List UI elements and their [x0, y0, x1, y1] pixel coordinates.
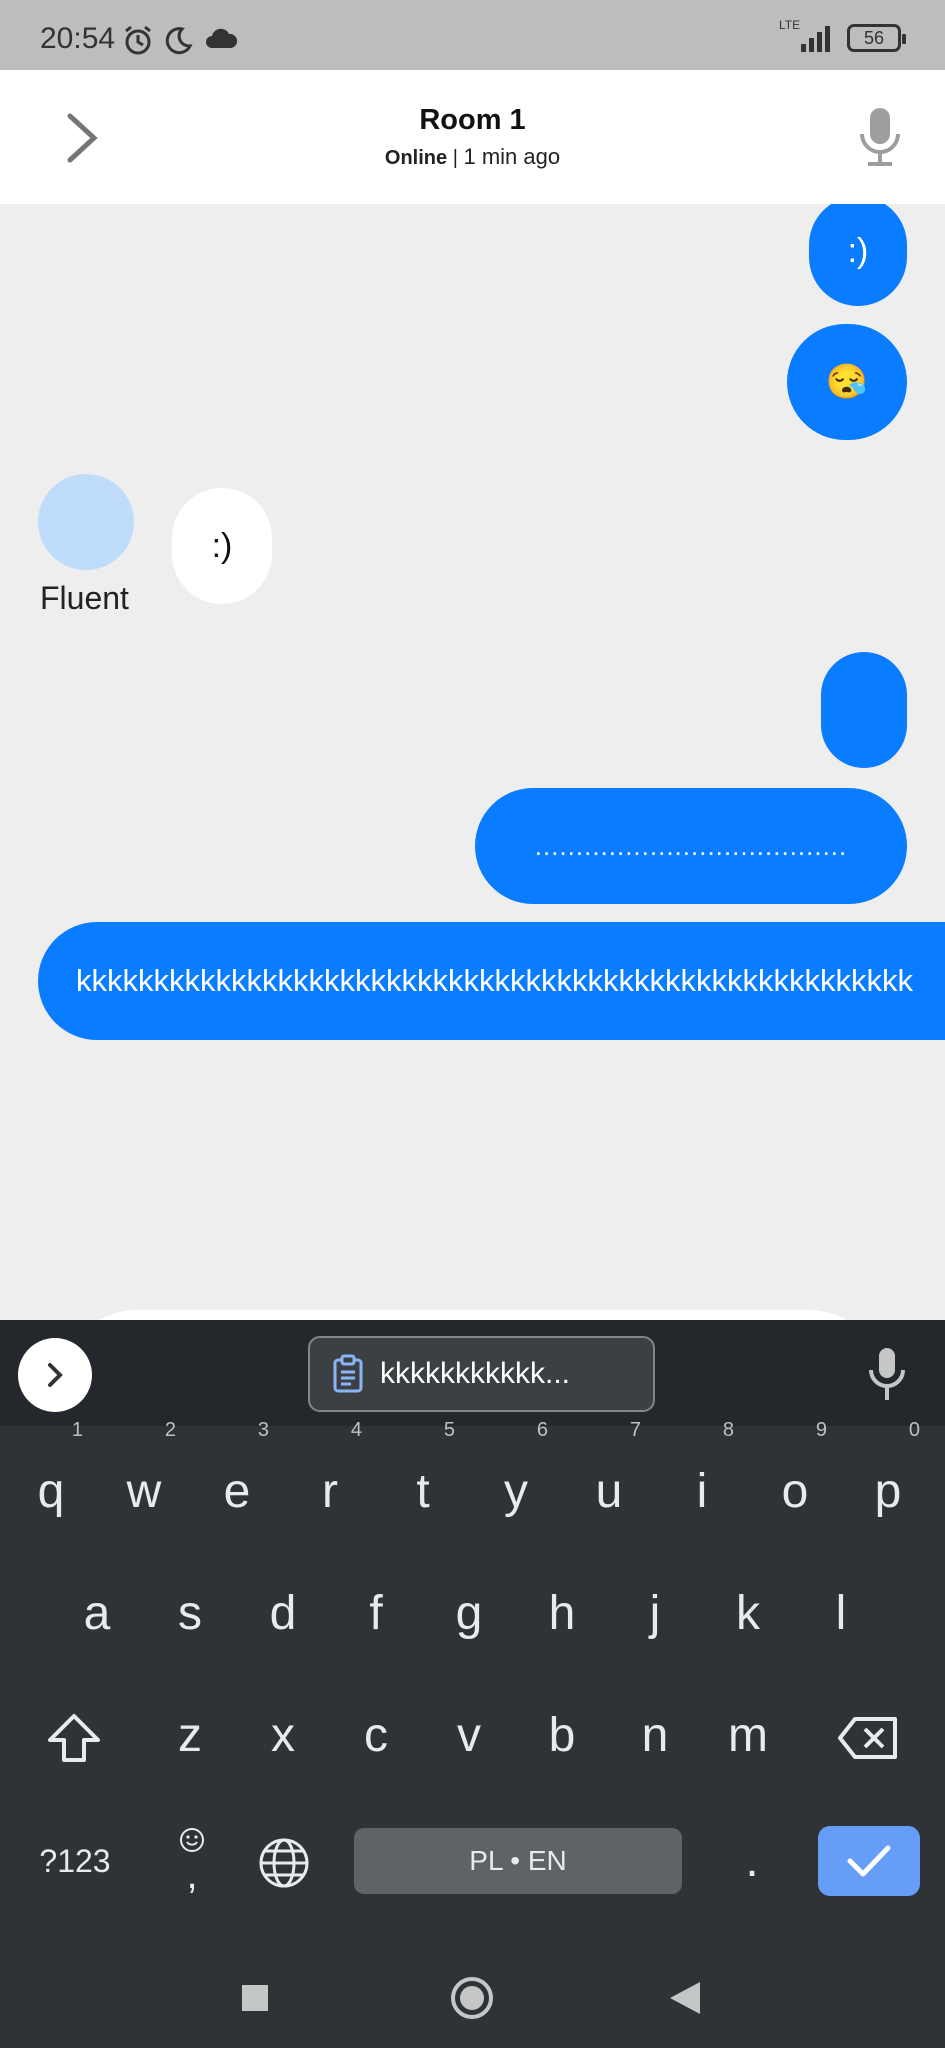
message-bubble-outgoing[interactable]: 😪: [787, 324, 907, 440]
message-bubble-outgoing[interactable]: kkkkkkkkkkkkkkkkkkkkkkkkkkkkkkkkkkkkkkkk…: [38, 922, 945, 1040]
battery-icon: 56: [847, 24, 906, 52]
key-r[interactable]: r4: [290, 1420, 370, 1542]
shift-icon: [48, 1714, 100, 1763]
key-y[interactable]: y6: [476, 1420, 556, 1542]
signal-icon: [801, 26, 830, 52]
message-bubble-outgoing[interactable]: :): [809, 204, 907, 306]
key-k[interactable]: k: [708, 1564, 788, 1664]
do-not-disturb-icon: [165, 27, 193, 55]
message-list[interactable]: :) 😪 Fluent :) .........................…: [0, 204, 945, 1320]
message-bubble-outgoing[interactable]: ......................................: [475, 788, 907, 904]
message-bubble-outgoing[interactable]: [821, 652, 907, 768]
message-author: Fluent: [40, 580, 129, 616]
status-bar: 20:54 LTE 56: [0, 0, 945, 70]
chat-header: Room 1 Online | 1 min ago: [0, 70, 945, 204]
key-l[interactable]: l: [801, 1564, 881, 1664]
online-status: Online: [384, 147, 448, 169]
key-t[interactable]: t5: [383, 1420, 463, 1542]
home-icon[interactable]: [449, 1975, 495, 2021]
key-w[interactable]: w2: [104, 1420, 184, 1542]
room-title: Room 1: [419, 104, 526, 136]
last-seen: 1 min ago: [463, 144, 561, 169]
room-status: Online | 1 min ago: [0, 144, 945, 170]
key-a[interactable]: a: [57, 1564, 137, 1664]
backspace-key[interactable]: [828, 1686, 908, 1786]
status-time: 20:54: [40, 22, 116, 55]
key-o[interactable]: o9: [755, 1420, 835, 1542]
key-g[interactable]: g: [429, 1564, 509, 1664]
key-f[interactable]: f: [336, 1564, 416, 1664]
avatar[interactable]: [38, 474, 134, 570]
clipboard-icon: [333, 1354, 363, 1393]
key-m[interactable]: m: [708, 1686, 788, 1786]
key-b[interactable]: b: [522, 1686, 602, 1786]
key-u[interactable]: u7: [569, 1420, 649, 1542]
clipboard-suggestion[interactable]: kkkkkkkkkkk...: [308, 1336, 655, 1412]
key-c[interactable]: c: [336, 1686, 416, 1786]
key-d[interactable]: d: [243, 1564, 323, 1664]
symbols-key[interactable]: ?123: [28, 1811, 122, 1911]
enter-key[interactable]: [818, 1826, 920, 1896]
emoji-key[interactable]: ,: [152, 1811, 232, 1911]
message-bubble-incoming[interactable]: :): [172, 488, 272, 604]
language-key[interactable]: [244, 1811, 324, 1911]
globe-icon: [259, 1838, 309, 1888]
key-h[interactable]: h: [522, 1564, 602, 1664]
clipboard-text: kkkkkkkkkkk...: [380, 1357, 571, 1390]
key-s[interactable]: s: [150, 1564, 230, 1664]
period-key[interactable]: .: [712, 1811, 792, 1911]
checkmark-icon: [847, 1845, 891, 1877]
microphone-icon[interactable]: [855, 106, 905, 168]
key-x[interactable]: x: [243, 1686, 323, 1786]
key-e[interactable]: e3: [197, 1420, 277, 1542]
keyboard-toolbar: kkkkkkkkkkk...: [0, 1320, 945, 1426]
system-navigation-bar: [0, 1948, 945, 2048]
key-n[interactable]: n: [615, 1686, 695, 1786]
cloud-icon: [206, 28, 238, 48]
key-q[interactable]: q1: [11, 1420, 91, 1542]
voice-input-icon[interactable]: [867, 1346, 907, 1402]
key-p[interactable]: p0: [848, 1420, 928, 1542]
back-icon[interactable]: [668, 1980, 702, 2016]
key-v[interactable]: v: [429, 1686, 509, 1786]
message-composer: [60, 1310, 886, 1320]
backspace-icon: [838, 1717, 897, 1760]
keyboard: kkkkkkkkkkk... q1 w2 e3 r4 t5 y6 u7 i8 o…: [0, 1320, 945, 2048]
alarm-icon: [125, 25, 151, 55]
status-separator: |: [452, 147, 458, 169]
space-key[interactable]: PL • EN: [354, 1828, 682, 1894]
recents-icon[interactable]: [240, 1983, 270, 2013]
keyboard-expand-button[interactable]: [18, 1338, 92, 1412]
shift-key[interactable]: [34, 1686, 114, 1786]
key-j[interactable]: j: [615, 1564, 695, 1664]
key-i[interactable]: i8: [662, 1420, 742, 1542]
key-z[interactable]: z: [150, 1686, 230, 1786]
chevron-right-icon: [48, 1363, 63, 1387]
battery-level: 56: [863, 28, 885, 48]
